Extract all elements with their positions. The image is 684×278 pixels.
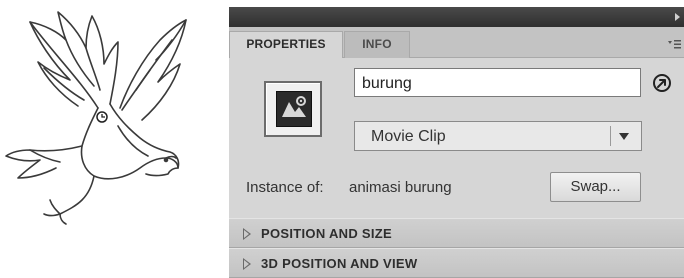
swap-button[interactable]: Swap... bbox=[550, 172, 641, 202]
panel-tab-strip: PROPERTIES INFO bbox=[229, 27, 684, 58]
panel-title-bar[interactable] bbox=[229, 7, 684, 27]
symbol-type-value: Movie Clip bbox=[371, 128, 446, 145]
symbol-type-dropdown[interactable]: Movie Clip bbox=[354, 121, 642, 151]
section-3d-position-and-view[interactable]: 3D POSITION AND VIEW bbox=[229, 248, 684, 278]
instance-of-value: animasi burung bbox=[349, 179, 452, 196]
tab-info[interactable]: INFO bbox=[344, 31, 410, 58]
instance-of-label: Instance of: bbox=[246, 179, 324, 196]
instance-name-input[interactable] bbox=[354, 68, 641, 97]
tab-properties[interactable]: PROPERTIES bbox=[229, 31, 343, 58]
dropdown-divider bbox=[610, 126, 611, 146]
stage-canvas[interactable] bbox=[0, 0, 229, 278]
chevron-down-icon[interactable] bbox=[619, 133, 629, 140]
collapse-panel-icon[interactable] bbox=[675, 13, 680, 21]
panel-menu-icon[interactable] bbox=[667, 39, 681, 49]
section-label: 3D POSITION AND VIEW bbox=[261, 256, 418, 271]
movie-clip-symbol-icon bbox=[264, 81, 322, 137]
section-position-and-size[interactable]: POSITION AND SIZE bbox=[229, 218, 684, 248]
properties-panel: PROPERTIES INFO Movie Clip Instance of: … bbox=[229, 7, 684, 278]
section-label: POSITION AND SIZE bbox=[261, 226, 393, 241]
expand-triangle-icon[interactable] bbox=[243, 228, 251, 240]
expand-triangle-icon[interactable] bbox=[243, 258, 251, 270]
eagle-drawing-icon[interactable] bbox=[0, 0, 229, 278]
edit-symbol-arrow-icon[interactable] bbox=[652, 73, 672, 93]
